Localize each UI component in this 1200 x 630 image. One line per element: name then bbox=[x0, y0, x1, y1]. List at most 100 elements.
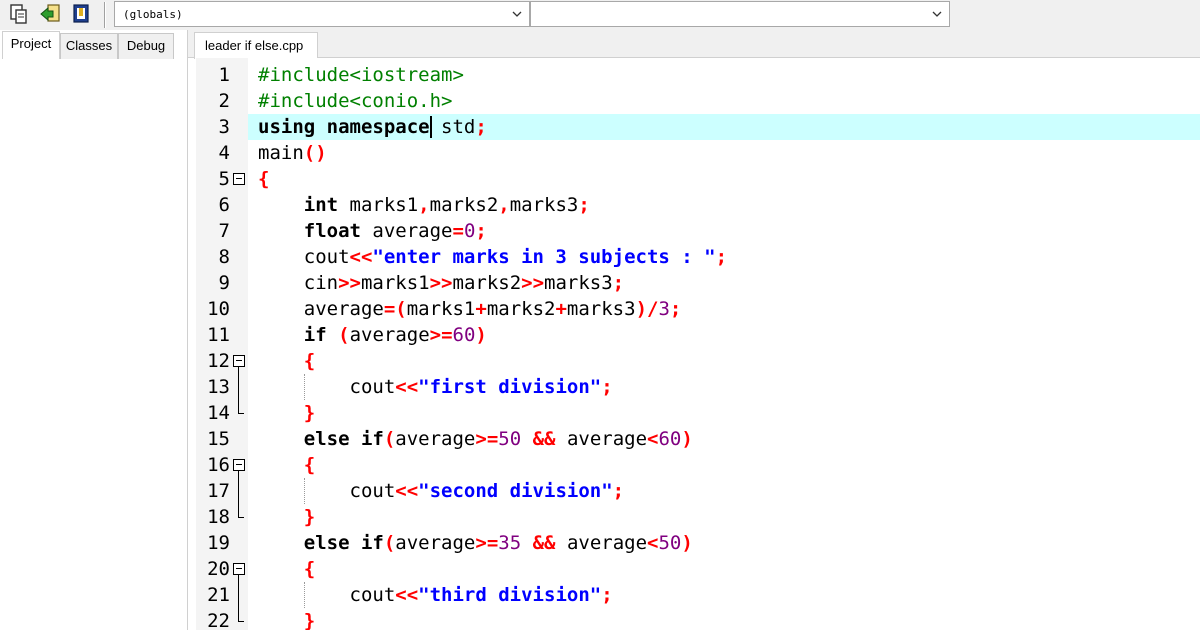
fold-toggle-icon[interactable] bbox=[233, 355, 245, 367]
code-line[interactable]: { bbox=[258, 556, 315, 582]
code-token: ; bbox=[601, 376, 613, 398]
code-line[interactable]: } bbox=[258, 400, 315, 426]
code-token: #include<conio.h> bbox=[258, 90, 453, 112]
line-number: 20 bbox=[207, 558, 230, 580]
code-token: >> bbox=[338, 272, 361, 294]
code-token: 50 bbox=[658, 532, 682, 554]
code-token: average bbox=[258, 298, 384, 320]
code-token: 50 bbox=[498, 428, 522, 450]
scope-combo-value: (globals) bbox=[123, 8, 183, 21]
fold-line bbox=[238, 367, 239, 413]
line-number: 4 bbox=[218, 142, 230, 164]
chevron-down-icon[interactable] bbox=[511, 7, 523, 21]
code-line[interactable]: cout<<"second division"; bbox=[258, 478, 625, 504]
line-number: 2 bbox=[218, 90, 230, 112]
code-token: ; bbox=[612, 272, 625, 294]
goto-icon[interactable] bbox=[40, 3, 62, 25]
fold-toggle-icon[interactable] bbox=[233, 173, 245, 185]
fold-end-marker bbox=[238, 621, 244, 622]
code-token: marks2 bbox=[486, 298, 556, 320]
code-token: 0 bbox=[463, 220, 476, 242]
code-line[interactable]: #include<iostream> bbox=[258, 62, 464, 88]
code-line[interactable]: if (average>=60) bbox=[258, 322, 487, 348]
fold-toggle-icon[interactable] bbox=[233, 459, 245, 471]
code-token: >> bbox=[429, 272, 453, 294]
code-token: cout bbox=[258, 584, 396, 606]
code-line[interactable]: cout<<"first division"; bbox=[258, 374, 613, 400]
toolbar: (globals) bbox=[0, 0, 1200, 30]
code-token: << bbox=[349, 246, 373, 268]
code-token: } bbox=[303, 506, 316, 528]
code-token: marks3 bbox=[566, 298, 636, 320]
chevron-down-icon[interactable] bbox=[931, 7, 943, 21]
code-token: << bbox=[395, 376, 419, 398]
line-number: 22 bbox=[207, 610, 230, 630]
line-number: 7 bbox=[218, 220, 230, 242]
code-line[interactable]: else if(average>=50 && average<60) bbox=[258, 426, 693, 452]
line-number: 5 bbox=[218, 168, 230, 190]
code-line[interactable]: main() bbox=[258, 140, 327, 166]
code-line[interactable]: float average=0; bbox=[258, 218, 487, 244]
code-token: , bbox=[498, 194, 510, 216]
code-token: } bbox=[303, 610, 316, 630]
bookmark-icon[interactable] bbox=[70, 3, 92, 25]
line-number: 3 bbox=[218, 116, 230, 138]
code-token: { bbox=[303, 350, 316, 372]
fold-toggle-icon[interactable] bbox=[233, 563, 245, 575]
line-number: 13 bbox=[207, 376, 230, 398]
line-number: 10 bbox=[207, 298, 230, 320]
code-token: average bbox=[555, 532, 648, 554]
code-token: << bbox=[395, 584, 419, 606]
code-token: () bbox=[303, 142, 327, 164]
line-number: 11 bbox=[207, 324, 230, 346]
code-token: std bbox=[429, 116, 476, 138]
code-token: =( bbox=[383, 298, 407, 320]
line-number: 19 bbox=[207, 532, 230, 554]
code-line[interactable]: { bbox=[258, 452, 315, 478]
code-token: = bbox=[452, 220, 464, 242]
code-line[interactable]: cout<<"third division"; bbox=[258, 582, 613, 608]
code-line[interactable]: else if(average>=35 && average<50) bbox=[258, 530, 693, 556]
code-token: average bbox=[360, 220, 453, 242]
code-line[interactable]: } bbox=[258, 504, 315, 530]
code-line[interactable]: { bbox=[258, 348, 315, 374]
code-line[interactable]: int marks1,marks2,marks3; bbox=[258, 192, 590, 218]
code-token: ; bbox=[475, 116, 487, 138]
code-token: average bbox=[555, 428, 648, 450]
code-token: { bbox=[258, 168, 270, 190]
code-token: "enter marks in 3 subjects : " bbox=[372, 246, 716, 268]
code-token: ; bbox=[715, 246, 728, 268]
code-line[interactable]: #include<conio.h> bbox=[258, 88, 452, 114]
code-line[interactable]: cin>>marks1>>marks2>>marks3; bbox=[258, 270, 624, 296]
code-token: #include<iostream> bbox=[258, 64, 464, 86]
code-token: ; bbox=[612, 480, 625, 502]
code-line[interactable]: average=(marks1+marks2+marks3)/3; bbox=[258, 296, 682, 322]
member-combo[interactable] bbox=[530, 1, 950, 27]
line-number: 14 bbox=[207, 402, 230, 424]
code-token: && bbox=[532, 428, 556, 450]
code-line[interactable]: using namespace std; bbox=[258, 114, 487, 140]
tab-project[interactable]: Project bbox=[2, 31, 60, 59]
code-token: << bbox=[395, 480, 419, 502]
tab-classes[interactable]: Classes bbox=[60, 33, 118, 59]
code-token: marks1 bbox=[406, 298, 476, 320]
code-token: 60 bbox=[452, 324, 476, 346]
line-number: 8 bbox=[218, 246, 230, 268]
code-line[interactable]: } bbox=[258, 608, 315, 630]
file-tab[interactable]: leader if else.cpp bbox=[194, 32, 318, 59]
code-line[interactable]: cout<<"enter marks in 3 subjects : "; bbox=[258, 244, 727, 270]
line-number: 9 bbox=[218, 272, 230, 294]
editor-tab-bar: leader if else.cpp bbox=[188, 30, 1200, 59]
code-token: ( bbox=[338, 324, 350, 346]
code-token: ) bbox=[475, 324, 487, 346]
scope-combo[interactable]: (globals) bbox=[114, 1, 530, 27]
code-line[interactable]: { bbox=[258, 166, 269, 192]
toggle-tab-icon[interactable] bbox=[8, 3, 30, 25]
fold-line bbox=[238, 471, 239, 517]
tab-debug[interactable]: Debug bbox=[118, 33, 174, 59]
